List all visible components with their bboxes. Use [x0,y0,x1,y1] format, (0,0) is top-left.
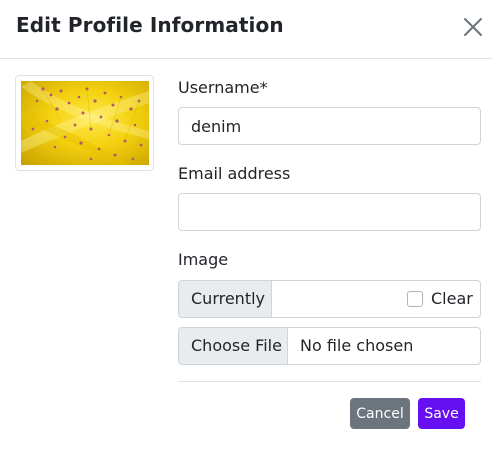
email-label: Email address [178,164,291,183]
current-image-group: Currently Clear [178,280,481,318]
file-input-group[interactable]: Choose File No file chosen [178,327,481,365]
clear-checkbox[interactable] [407,291,423,307]
file-status-text: No file chosen [300,336,414,355]
cancel-button[interactable]: Cancel [350,398,410,429]
profile-image-frame [15,75,154,171]
modal-title: Edit Profile Information [16,13,284,37]
form-divider [178,381,481,382]
edit-profile-modal: Edit Profile Information Username* denim… [0,0,492,456]
username-label: Username* [178,78,268,97]
choose-file-button[interactable]: Choose File [179,328,288,364]
close-icon[interactable] [458,12,488,42]
email-input[interactable] [178,193,481,231]
profile-image-thumbnail [21,81,149,165]
clear-label[interactable]: Clear [431,281,473,317]
save-button[interactable]: Save [418,398,465,429]
image-label: Image [178,250,229,269]
username-input[interactable] [178,107,481,145]
modal-header: Edit Profile Information [0,0,492,59]
currently-addon: Currently [179,281,272,317]
